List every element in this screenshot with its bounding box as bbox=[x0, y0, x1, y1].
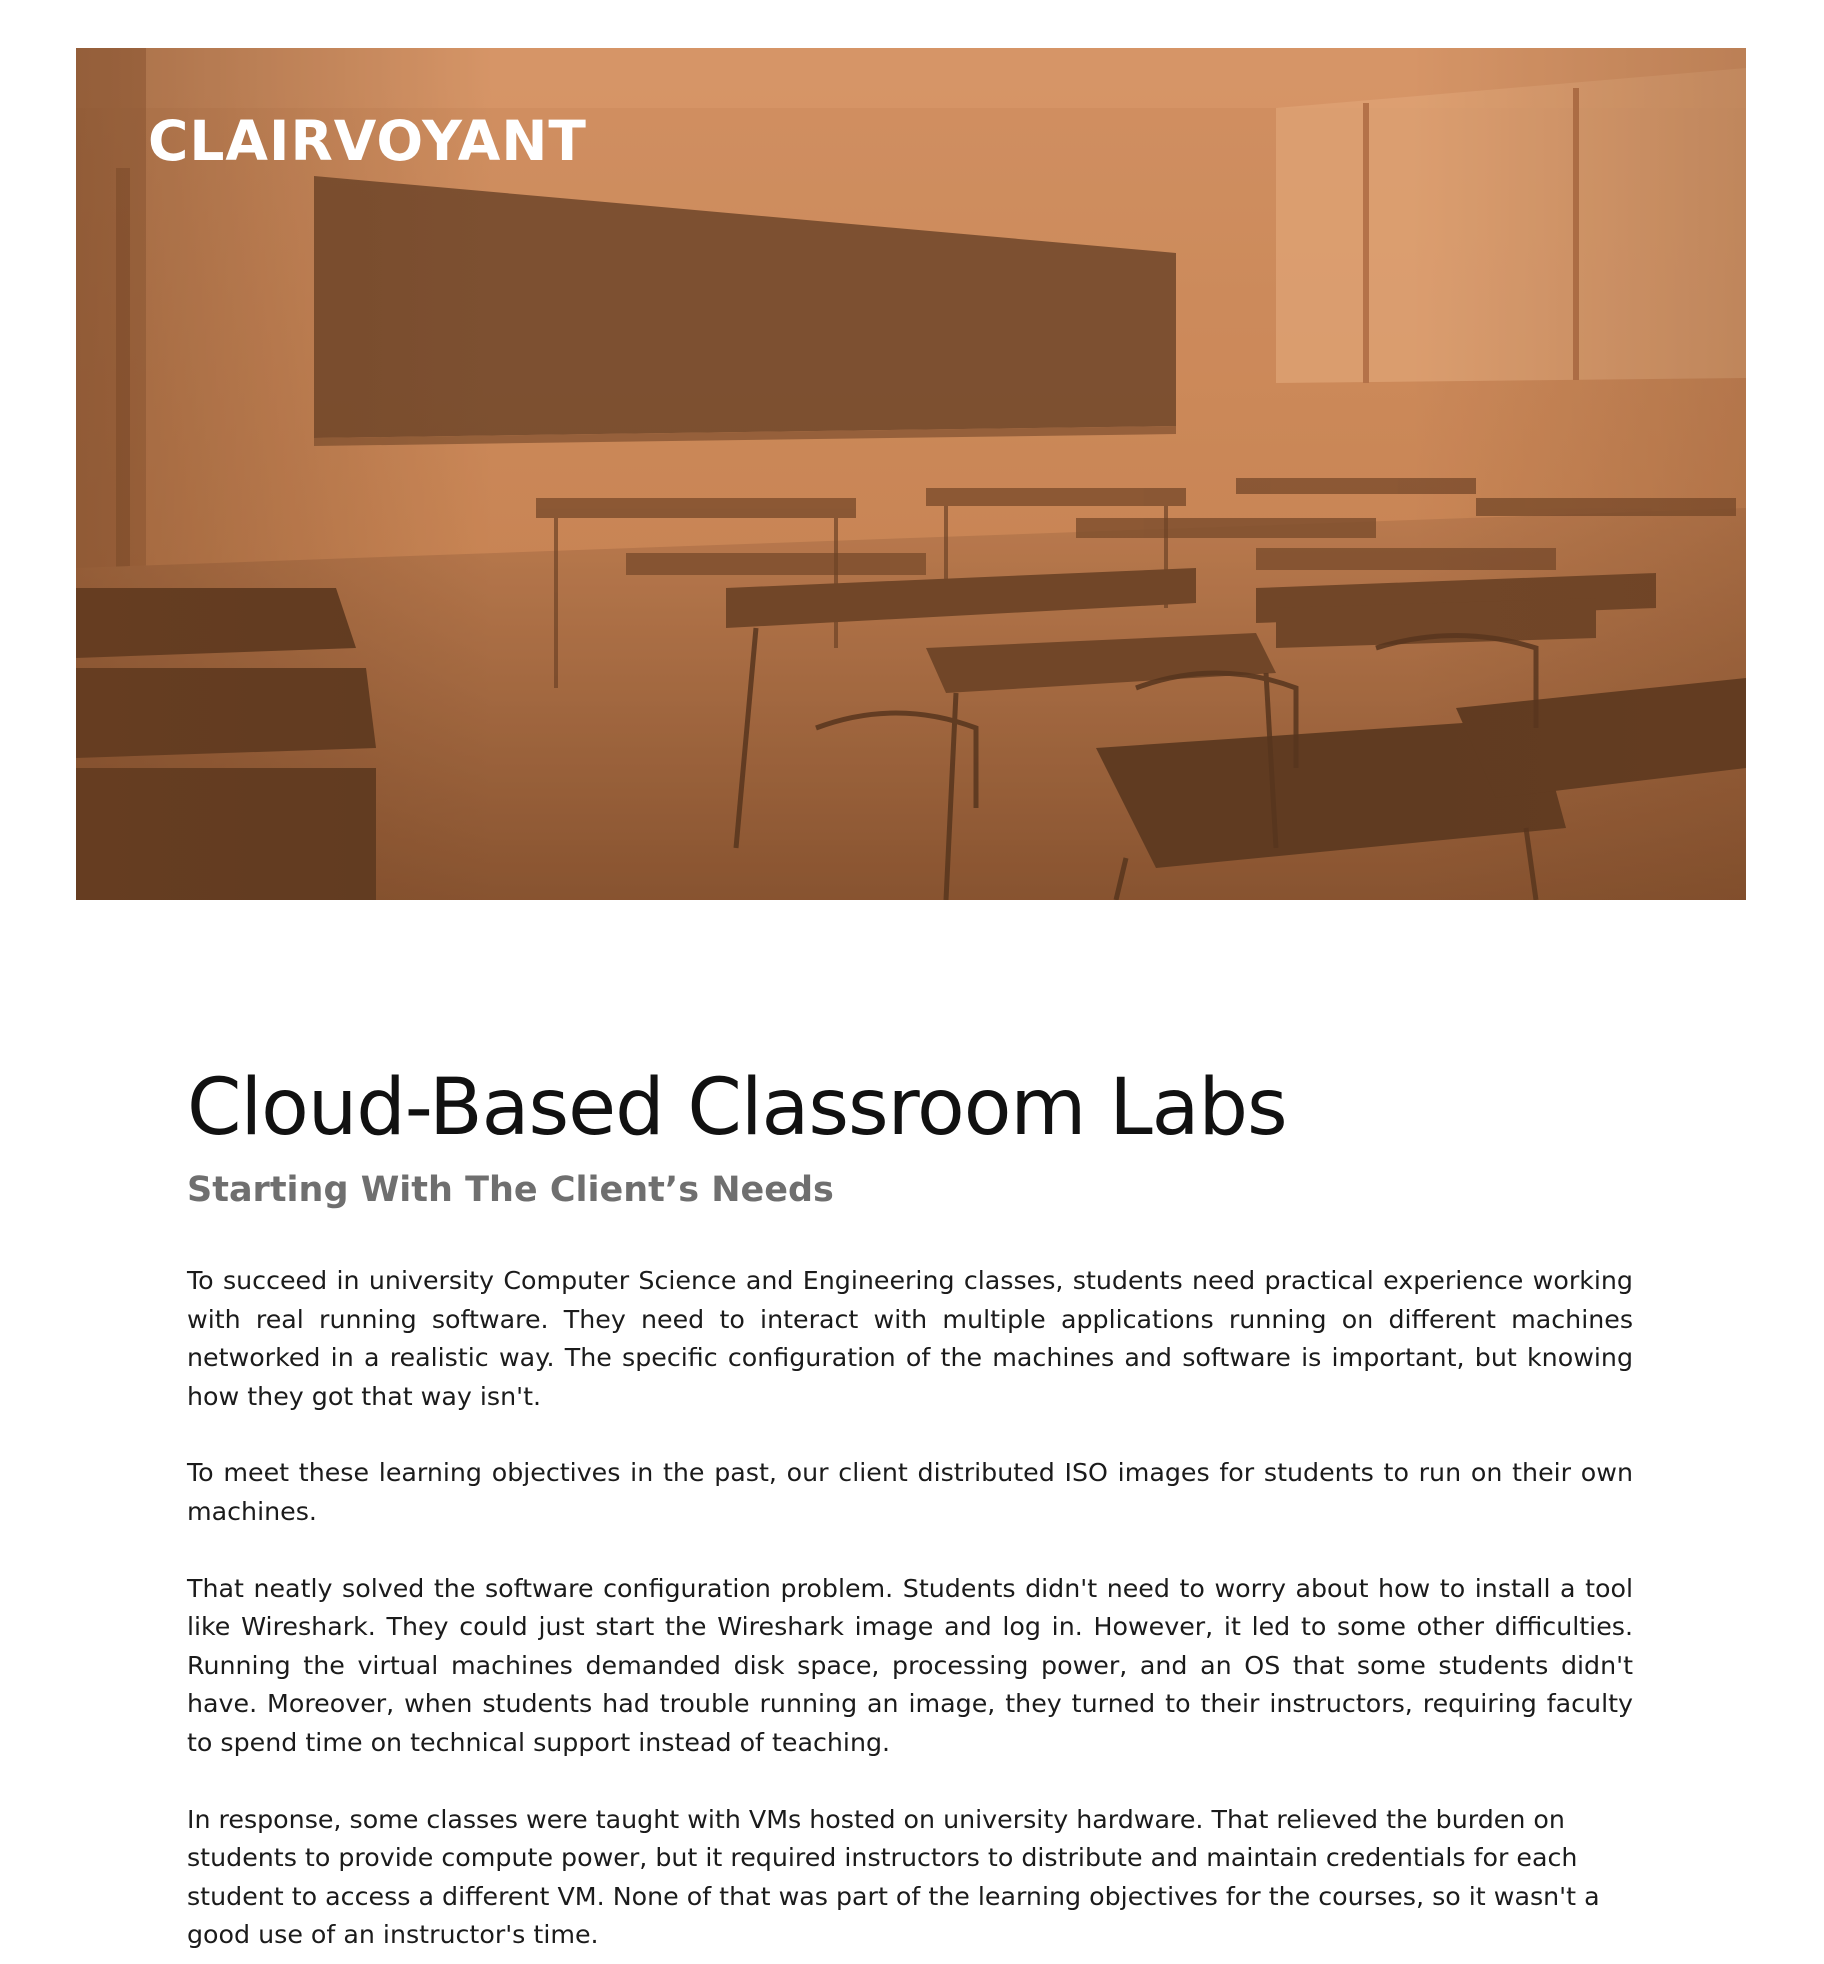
paragraph: That neatly solved the software configur… bbox=[187, 1573, 1633, 1757]
page: CLAIRVOYANT Cloud-Based Classroom Labs S… bbox=[0, 0, 1824, 1964]
page-subtitle: Starting With The Client’s Needs bbox=[187, 1170, 834, 1210]
paragraph: To meet these learning objectives in the… bbox=[187, 1458, 1633, 1526]
clairvoyant-logo: CLAIRVOYANT bbox=[148, 109, 587, 173]
hero-banner-image: CLAIRVOYANT bbox=[76, 48, 1746, 900]
paragraph: In response, some classes were taught wi… bbox=[187, 1804, 1600, 1950]
classroom-photo bbox=[76, 48, 1746, 900]
article-body: Cloud-Based Classroom Labs Starting With… bbox=[187, 1060, 1633, 1964]
article-paragraphs: To succeed in university Computer Scienc… bbox=[187, 1262, 1633, 1955]
page-title: Cloud-Based Classroom Labs bbox=[187, 1063, 1288, 1153]
paragraph: To succeed in university Computer Scienc… bbox=[187, 1266, 1633, 1411]
